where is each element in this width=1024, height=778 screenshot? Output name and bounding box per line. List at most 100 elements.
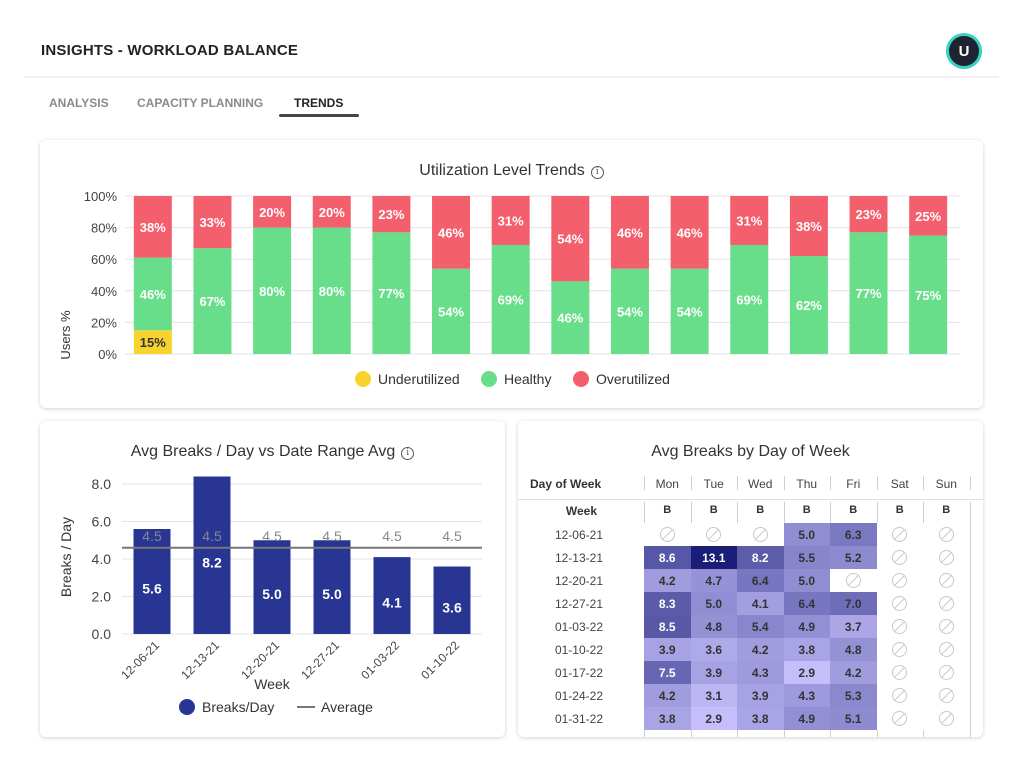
column-header-tue[interactable]: Tue	[691, 477, 738, 491]
heatmap-cell[interactable]: 4.2	[644, 569, 691, 592]
heatmap-cell[interactable]: 4.2	[830, 661, 877, 684]
no-data-icon	[892, 550, 908, 565]
heatmap-cell[interactable]: 4.2	[644, 684, 691, 707]
avg-breaks-chart: Breaks / Day Week 0.0 2.0 4.0 6.0 8.0 5.6 12-…	[58, 476, 482, 692]
heatmap-cell[interactable]: 5.2	[830, 546, 877, 569]
heatmap-cell[interactable]: 7.0	[830, 592, 877, 615]
heatmap-cell[interactable]: 3.9	[644, 638, 691, 661]
column-separator	[876, 476, 878, 490]
heatmap-cell[interactable]: 2.9	[783, 661, 830, 684]
heatmap-cell-empty[interactable]	[876, 615, 923, 638]
heatmap-cell[interactable]: 3.9	[690, 661, 737, 684]
heatmap-cell-empty[interactable]	[644, 523, 691, 546]
heatmap-cell[interactable]: 5.1	[830, 707, 877, 730]
heatmap-cell[interactable]: 7.5	[644, 661, 691, 684]
heatmap-cell[interactable]: 8.3	[644, 592, 691, 615]
heatmap-cell[interactable]: 4.3	[783, 684, 830, 707]
x-tick-label: 01-03-22	[358, 638, 402, 682]
column-header-fri[interactable]: Fri	[830, 477, 877, 491]
heatmap-cell[interactable]: 3.9	[737, 684, 784, 707]
heatmap-cell[interactable]: 13.1	[690, 546, 737, 569]
heatmap-cell[interactable]: 6.4	[783, 592, 830, 615]
heatmap-cell-empty[interactable]	[830, 569, 877, 592]
x-tick-label: 01-10-22	[418, 638, 462, 682]
heatmap-cell[interactable]: 5.0	[783, 523, 830, 546]
heatmap-cell-empty[interactable]	[923, 707, 970, 730]
heatmap-cell[interactable]: 5.5	[783, 546, 830, 569]
heatmap-cell[interactable]: 8.6	[644, 546, 691, 569]
heatmap-cell[interactable]: 3.6	[690, 638, 737, 661]
y-tick-label: 4.0	[92, 551, 112, 567]
heatmap-cell-empty[interactable]	[923, 546, 970, 569]
heatmap-cell[interactable]: 4.8	[690, 615, 737, 638]
data-label: 33%	[199, 215, 225, 230]
healthy-dot-icon	[481, 371, 497, 387]
column-header-mon[interactable]: Mon	[644, 477, 691, 491]
heatmap-cell[interactable]: 8.5	[644, 615, 691, 638]
column-header-wed[interactable]: Wed	[737, 477, 784, 491]
heatmap-cell-empty[interactable]	[923, 638, 970, 661]
legend-underutilized[interactable]: Underutilized	[355, 371, 460, 387]
tab-analysis[interactable]: ANALYSIS	[49, 96, 109, 110]
data-label: 46%	[677, 225, 703, 240]
heatmap-cell[interactable]: 3.7	[830, 615, 877, 638]
row-label: 01-31-22	[554, 712, 603, 726]
heatmap-cell-empty[interactable]	[923, 615, 970, 638]
heatmap-cell-empty[interactable]	[876, 661, 923, 684]
heatmap-cell[interactable]: 4.8	[830, 638, 877, 661]
heatmap-cell[interactable]: 5.0	[690, 592, 737, 615]
heatmap-cell-empty[interactable]	[876, 592, 923, 615]
heatmap-cell[interactable]: 4.1	[737, 592, 784, 615]
legend-average[interactable]: Average	[297, 699, 373, 715]
heatmap-cell[interactable]: 5.3	[830, 684, 877, 707]
column-header-sun[interactable]: Sun	[923, 477, 970, 491]
heatmap-cell[interactable]: 4.7	[690, 569, 737, 592]
heatmap-cell[interactable]: 4.9	[783, 615, 830, 638]
heatmap-cell-empty[interactable]	[923, 684, 970, 707]
tab-trends[interactable]: TRENDS	[294, 96, 343, 110]
column-header-sat[interactable]: Sat	[877, 477, 924, 491]
average-value-label: 4.5	[382, 528, 402, 544]
underutilized-dot-icon	[355, 371, 371, 387]
data-label: 25%	[915, 209, 941, 224]
column-separator	[644, 476, 645, 490]
heatmap-cell-empty[interactable]	[876, 569, 923, 592]
heatmap-cell-empty[interactable]	[876, 546, 923, 569]
heatmap-cell-empty[interactable]	[737, 523, 784, 546]
heatmap-cell[interactable]: 5.4	[737, 615, 784, 638]
heatmap-cell-empty[interactable]	[876, 638, 923, 661]
no-data-icon	[892, 688, 908, 703]
average-line-icon	[297, 706, 315, 708]
data-label: 31%	[498, 213, 524, 228]
heatmap-cell[interactable]: 8.2	[737, 546, 784, 569]
heatmap-cell[interactable]: 3.8	[783, 638, 830, 661]
heatmap-cell[interactable]: 5.0	[783, 569, 830, 592]
user-avatar[interactable]: U	[946, 33, 982, 69]
data-label: 80%	[319, 284, 345, 299]
heatmap-cell[interactable]: 3.1	[690, 684, 737, 707]
heatmap-cell[interactable]: 4.9	[783, 707, 830, 730]
heatmap-cell[interactable]: 3.8	[737, 707, 784, 730]
legend-healthy[interactable]: Healthy	[481, 371, 551, 387]
heatmap-cell[interactable]: 6.3	[830, 523, 877, 546]
data-label: 69%	[736, 292, 762, 307]
column-header-thu[interactable]: Thu	[784, 477, 831, 491]
heatmap-cell[interactable]: 4.2	[737, 638, 784, 661]
heatmap-cell[interactable]: 6.4	[737, 569, 784, 592]
heatmap-cell-empty[interactable]	[690, 523, 737, 546]
legend-breaks-per-day[interactable]: Breaks/Day	[179, 699, 274, 715]
heatmap-cell[interactable]: 2.9	[690, 707, 737, 730]
x-tick-label: 12-06-21	[118, 638, 162, 682]
heatmap-cell-empty[interactable]	[923, 661, 970, 684]
tab-capacity-planning[interactable]: CAPACITY PLANNING	[137, 96, 263, 110]
legend-overutilized[interactable]: Overutilized	[573, 371, 670, 387]
column-separator	[783, 476, 785, 490]
heatmap-cell[interactable]: 4.3	[737, 661, 784, 684]
heatmap-cell-empty[interactable]	[876, 684, 923, 707]
heatmap-cell-empty[interactable]	[876, 523, 923, 546]
heatmap-cell-empty[interactable]	[876, 707, 923, 730]
heatmap-cell-empty[interactable]	[923, 523, 970, 546]
heatmap-cell[interactable]: 3.8	[644, 707, 691, 730]
heatmap-cell-empty[interactable]	[923, 569, 970, 592]
heatmap-cell-empty[interactable]	[923, 592, 970, 615]
